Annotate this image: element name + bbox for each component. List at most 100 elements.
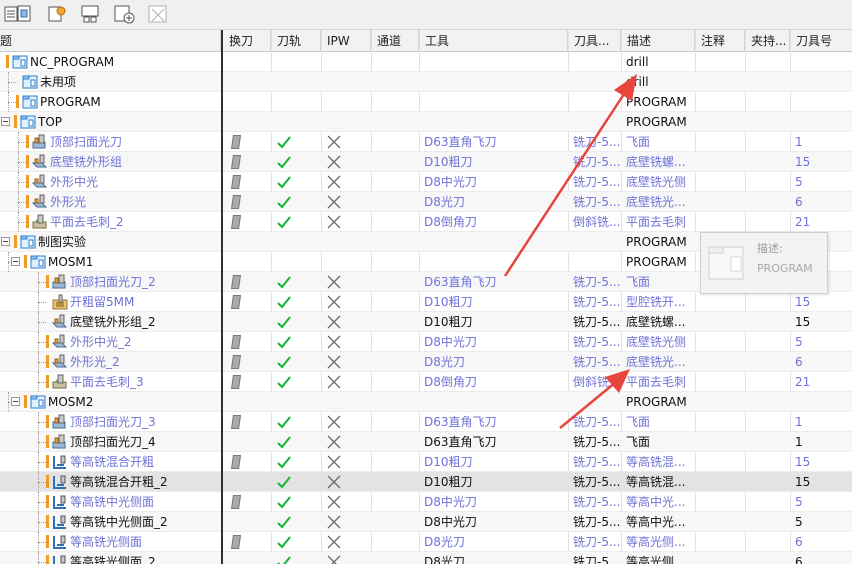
table-row[interactable]: 等高铣混合开粗 D10粗刀 铣刀-5... 等高铣混... 15: [0, 452, 852, 472]
delete-disabled-icon[interactable]: [146, 2, 172, 26]
table-row[interactable]: 平面去毛刺_3 D8倒角刀 倒斜铣... 平面去毛刺 21: [0, 372, 852, 392]
table-row[interactable]: 顶部扫面光刀 D63直角飞刀 铣刀-5... 飞面 1: [0, 132, 852, 152]
status-flag-icon: [26, 175, 29, 188]
operation-name[interactable]: 开粗留5MM: [70, 292, 134, 312]
table-row[interactable]: 等高铣混合开粗_2 D10粗刀 铣刀-5... 等高铣混... 15: [0, 472, 852, 492]
tool-number-cell: 5: [795, 495, 803, 509]
tooltip-label: 描述:: [757, 242, 783, 255]
operation-name[interactable]: MOSM2: [48, 392, 93, 412]
table-row[interactable]: NC_PROGRAM drill: [0, 52, 852, 72]
tool-number-cell: 21: [795, 375, 811, 389]
col-tool-header[interactable]: 工具: [419, 30, 568, 52]
tool-cell: [419, 52, 568, 72]
geometry-view-icon[interactable]: [44, 2, 70, 26]
zlevel-icon: [52, 454, 68, 470]
tree-connector: [38, 462, 46, 463]
col-ipw-header[interactable]: IPW: [321, 30, 371, 52]
collapse-toggle-icon[interactable]: [11, 397, 20, 406]
table-row[interactable]: MOSM2 PROGRAM: [0, 392, 852, 412]
table-row[interactable]: 未用项 drill: [0, 72, 852, 92]
table-row[interactable]: 等高铣中光侧面 D8中光刀 铣刀-5... 等高中光... 5: [0, 492, 852, 512]
table-row[interactable]: 等高铣中光侧面_2 D8中光刀 铣刀-5... 等高中光... 5: [0, 512, 852, 532]
table-row[interactable]: 底壁铣外形组_2 D10粗刀 铣刀-5... 底壁铣螺... 15: [0, 312, 852, 332]
toolpath-ok-icon: [276, 294, 292, 313]
tool-change-icon: [231, 535, 241, 549]
description-cell: 等高铣混...: [626, 475, 686, 489]
col-name-header[interactable]: 题: [0, 30, 221, 52]
operation-name[interactable]: 等高铣中光侧面_2: [70, 512, 168, 532]
table-row[interactable]: PROGRAM PROGRAM: [0, 92, 852, 112]
col-holder-header[interactable]: 夹持...: [745, 30, 790, 52]
col-description-header[interactable]: 描述: [621, 30, 695, 52]
program-icon: [707, 243, 747, 286]
col-channel-header[interactable]: 通道: [371, 30, 419, 52]
tool-cell: D8光刀: [424, 355, 465, 369]
collapse-toggle-icon[interactable]: [1, 237, 10, 246]
tree-connector: [18, 162, 26, 163]
table-row[interactable]: 外形中光_2 D8中光刀 铣刀-5... 底壁铣光侧 5: [0, 332, 852, 352]
operation-name[interactable]: 等高铣混合开粗_2: [70, 472, 168, 492]
tool-cell: D10粗刀: [424, 455, 473, 469]
operation-name[interactable]: 外形光: [50, 192, 86, 212]
operation-name[interactable]: NC_PROGRAM: [30, 52, 114, 72]
table-row[interactable]: 开粗留5MM D10粗刀 铣刀-5... 型腔铣开... 15: [0, 292, 852, 312]
col-path-header[interactable]: 刀轨: [271, 30, 321, 52]
operation-name[interactable]: PROGRAM: [40, 92, 101, 112]
table-row[interactable]: 外形光_2 D8光刀 铣刀-5... 底壁铣光... 6: [0, 352, 852, 372]
operation-name[interactable]: 底壁铣外形组_2: [70, 312, 156, 332]
table-row[interactable]: 外形中光 D8中光刀 铣刀-5... 底壁铣光侧 5: [0, 172, 852, 192]
name-column-divider[interactable]: [221, 30, 223, 564]
operation-name[interactable]: TOP: [38, 112, 62, 132]
operation-name[interactable]: 等高铣中光侧面: [70, 492, 154, 512]
operation-name[interactable]: 制图实验: [38, 232, 86, 252]
operation-name[interactable]: 外形中光: [50, 172, 98, 192]
table-row[interactable]: 等高铣光侧面_2 D8光刀 铣刀-5... 等高光侧... 6: [0, 552, 852, 564]
table-row[interactable]: 外形光 D8光刀 铣刀-5... 底壁铣光... 6: [0, 192, 852, 212]
table-row[interactable]: 底壁铣外形组 D10粗刀 铣刀-5... 底壁铣螺... 15: [0, 152, 852, 172]
tool-cell: [419, 72, 568, 92]
deburr-icon: [32, 214, 48, 230]
collapse-toggle-icon[interactable]: [11, 257, 20, 266]
operation-name[interactable]: 顶部扫面光刀: [50, 132, 122, 152]
status-flag-icon: [24, 255, 27, 268]
operation-name[interactable]: 未用项: [40, 72, 76, 92]
description-cell: 等高铣混...: [626, 455, 686, 469]
description-cell: PROGRAM: [626, 255, 687, 269]
table-row[interactable]: TOP PROGRAM: [0, 112, 852, 132]
operation-name[interactable]: 外形中光_2: [70, 332, 132, 352]
col-tool-desc-header[interactable]: 刀具...: [568, 30, 621, 52]
operation-name[interactable]: 顶部扫面光刀_3: [70, 412, 156, 432]
create-program-icon[interactable]: [112, 2, 138, 26]
status-flag-icon: [46, 515, 49, 528]
col-tool-change-header[interactable]: 换刀: [223, 30, 271, 52]
operation-name[interactable]: 等高铣光侧面: [70, 532, 142, 552]
table-row[interactable]: 顶部扫面光刀_4 D63直角飞刀 铣刀-5... 飞面 1: [0, 432, 852, 452]
tool-cell: D63直角飞刀: [424, 415, 497, 429]
status-flag-icon: [16, 95, 19, 108]
operation-name[interactable]: 顶部扫面光刀_4: [70, 432, 156, 452]
floor-wall-icon: [51, 314, 68, 330]
col-tool-number-header[interactable]: 刀具号: [790, 30, 852, 52]
machine-tool-view-icon[interactable]: [12, 2, 38, 26]
table-row[interactable]: 平面去毛刺_2 D8倒角刀 倒斜铣... 平面去毛刺 21: [0, 212, 852, 232]
operation-name[interactable]: 平面去毛刺_2: [50, 212, 124, 232]
tool-change-icon: [231, 455, 241, 469]
tool-cell: D63直角飞刀: [424, 275, 497, 289]
operation-name[interactable]: 等高铣光侧面_2: [70, 552, 156, 564]
table-row[interactable]: 等高铣光侧面 D8光刀 铣刀-5... 等高光侧... 6: [0, 532, 852, 552]
operation-name[interactable]: 外形光_2: [70, 352, 120, 372]
col-comment-header[interactable]: 注释: [695, 30, 745, 52]
collapse-toggle-icon[interactable]: [1, 117, 10, 126]
ipw-none-icon: [327, 135, 341, 152]
table-row[interactable]: 顶部扫面光刀_3 D63直角飞刀 铣刀-5... 飞面 1: [0, 412, 852, 432]
operation-name[interactable]: 顶部扫面光刀_2: [70, 272, 156, 292]
operation-name[interactable]: 平面去毛刺_3: [70, 372, 144, 392]
operation-name[interactable]: 等高铣混合开粗: [70, 452, 154, 472]
tool-number-cell: 15: [795, 475, 811, 489]
tree-connector: [18, 142, 26, 143]
toolpath-ok-icon: [276, 414, 292, 433]
machining-method-view-icon[interactable]: [78, 2, 104, 26]
operation-name[interactable]: MOSM1: [48, 252, 93, 272]
operation-name[interactable]: 底壁铣外形组: [50, 152, 122, 172]
tool-desc-cell: 铣刀-5...: [573, 315, 621, 329]
